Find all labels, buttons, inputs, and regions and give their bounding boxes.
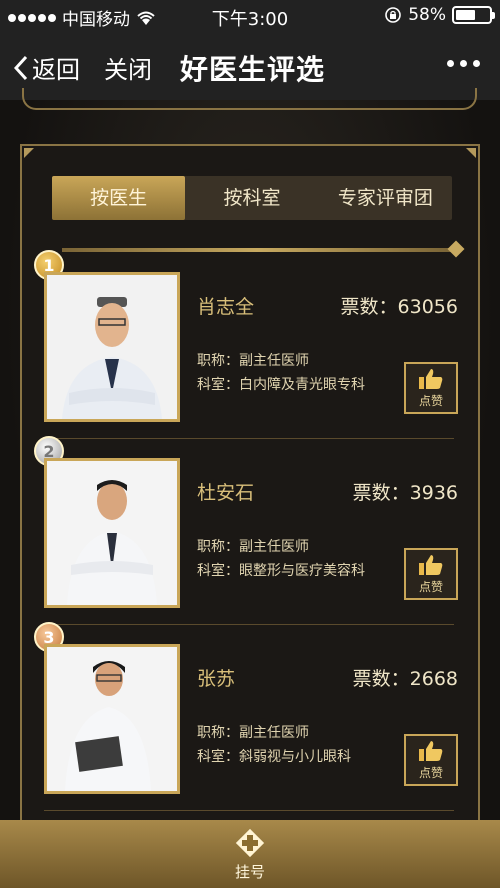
back-label: 返回: [32, 56, 80, 84]
doctor-portrait-icon: [47, 461, 177, 605]
thumbs-up-icon: [419, 554, 443, 575]
doctor-department: 科室：眼整形与医疗美容科: [197, 563, 365, 579]
doctor-card: 3 张苏 票数：2668 职称：副主任医师 科室：斜弱视与小儿眼科 点赞: [22, 622, 478, 808]
tab-expert-panel[interactable]: 专家评审团: [319, 176, 452, 220]
panel-corner-ornament: [466, 148, 476, 158]
close-button[interactable]: 关闭: [104, 50, 152, 85]
doctor-photo[interactable]: [44, 458, 180, 608]
doctor-portrait-icon: [47, 275, 177, 419]
battery-fill: [456, 10, 475, 20]
like-button[interactable]: 点赞: [404, 362, 458, 414]
vote-count: 票数：63056: [340, 296, 458, 318]
rotation-lock-icon: [385, 7, 402, 23]
row-separator: [44, 810, 454, 811]
like-button[interactable]: 点赞: [404, 548, 458, 600]
more-icon[interactable]: [447, 60, 480, 67]
doctor-title: 职称：副主任医师: [197, 725, 309, 741]
doctor-photo[interactable]: [44, 644, 180, 794]
like-label: 点赞: [418, 765, 443, 780]
doctor-name[interactable]: 杜安石: [197, 478, 254, 505]
tab-by-department[interactable]: 按科室: [185, 176, 318, 220]
top-panel-edge: [22, 88, 477, 110]
doctor-title: 职称：副主任医师: [197, 539, 309, 555]
ranking-panel: 按医生 按科室 专家评审团 1 肖志全 票数：63056 职称：副主任医师 科室…: [20, 144, 480, 844]
doctor-department: 科室：白内障及青光眼专科: [197, 377, 365, 393]
tab-by-doctor[interactable]: 按医生: [52, 176, 186, 220]
doctor-name[interactable]: 肖志全: [197, 292, 254, 319]
doctor-card: 2 杜安石 票数：3936 职称：副主任医师 科室：眼整形与医疗美容科 点赞: [22, 436, 478, 622]
page-title: 好医生评选: [180, 53, 326, 86]
status-bar: 中国移动 下午3:00 58%: [0, 0, 500, 32]
doctor-photo[interactable]: [44, 272, 180, 422]
battery-icon: [452, 6, 495, 24]
like-label: 点赞: [418, 579, 443, 594]
like-label: 点赞: [418, 393, 443, 408]
like-button[interactable]: 点赞: [404, 734, 458, 786]
panel-corner-ornament: [24, 148, 34, 158]
battery-percent: 58%: [408, 5, 446, 25]
status-right: 58%: [384, 5, 495, 25]
chevron-left-icon: [14, 55, 28, 80]
vote-count: 票数：3936: [352, 482, 458, 504]
thumbs-up-icon: [419, 368, 443, 389]
doctor-card: 1 肖志全 票数：63056 职称：副主任医师 科室：白内障及青光眼专科 点赞: [22, 250, 478, 436]
doctor-title: 职称：副主任医师: [197, 353, 309, 369]
thumbs-up-icon: [419, 740, 443, 761]
doctor-department: 科室：斜弱视与小儿眼科: [197, 749, 351, 765]
vote-count: 票数：2668: [352, 668, 458, 690]
back-button[interactable]: 返回: [14, 50, 80, 85]
register-button[interactable]: 挂号: [0, 820, 500, 888]
doctor-name[interactable]: 张苏: [197, 664, 235, 691]
doctor-portrait-icon: [47, 647, 177, 791]
register-label: 挂号: [234, 862, 265, 881]
tab-bar: 按医生 按科室 专家评审团: [52, 176, 452, 220]
medical-cross-icon: [235, 828, 265, 857]
